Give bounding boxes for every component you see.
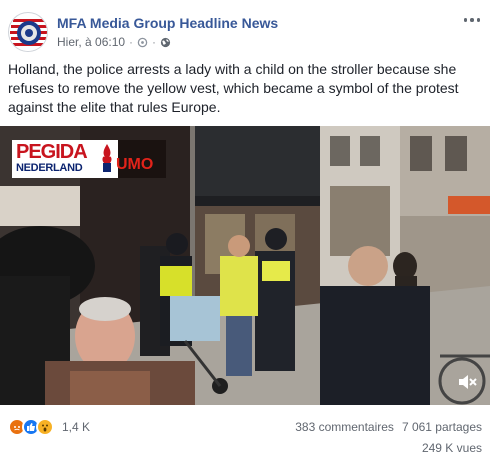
comments-count-link[interactable]: 383 commentaires xyxy=(295,420,394,434)
post-message: Holland, the police arrests a lady with … xyxy=(8,61,459,115)
post-timestamp[interactable]: Hier, à 06:10 xyxy=(57,35,125,49)
wow-reaction-icon xyxy=(36,418,54,436)
page-name-link[interactable]: MFA Media Group Headline News xyxy=(57,15,278,31)
more-options-icon[interactable] xyxy=(462,12,482,28)
more-dot xyxy=(476,18,481,22)
avatar-logo xyxy=(10,14,47,51)
page-avatar[interactable] xyxy=(8,12,48,52)
post-meta: Hier, à 06:10 · · xyxy=(57,35,171,49)
pegida-watermark: PEGIDA NEDERLAND xyxy=(12,140,118,178)
more-dot xyxy=(470,18,474,22)
shares-count-link[interactable]: 7 061 partages xyxy=(402,420,482,434)
globe-icon[interactable] xyxy=(160,37,171,48)
video-player[interactable]: PEGIDA NEDERLAND UMO xyxy=(0,126,490,405)
watermark-top-text: PEGIDA xyxy=(16,141,88,163)
meta-separator-2: · xyxy=(152,35,157,49)
engagement-counts: 383 commentaires 7 061 partages xyxy=(295,420,482,434)
more-dot xyxy=(463,18,468,22)
settings-icon[interactable] xyxy=(137,37,148,48)
speaker-muted-icon[interactable] xyxy=(456,371,478,393)
post-header: MFA Media Group Headline News Hier, à 06… xyxy=(8,8,482,52)
flame-icon xyxy=(102,144,112,172)
views-count: 249 K vues xyxy=(421,441,482,455)
watermark-bottom-text: NEDERLAND xyxy=(16,162,83,174)
meta-separator: · xyxy=(129,35,134,49)
reaction-count[interactable]: 1,4 K xyxy=(62,420,90,434)
reaction-summary[interactable]: 1,4 K xyxy=(8,418,90,436)
shop-sign: UMO xyxy=(116,156,154,173)
reaction-icons xyxy=(8,418,54,436)
